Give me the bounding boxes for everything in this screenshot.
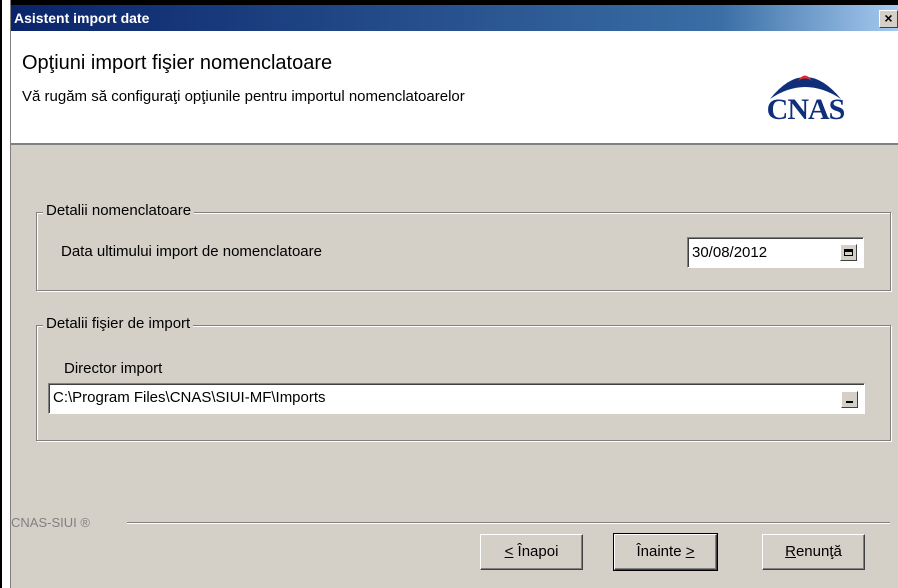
cnas-logo: CNAS <box>748 61 863 126</box>
group-legend: Detalii nomenclatoare <box>43 202 195 219</box>
cancel-button[interactable]: Renunţă <box>762 534 865 570</box>
last-import-date-picker[interactable]: 30/08/2012 <box>687 237 864 268</box>
footer-brand: CNAS-SIUI ® <box>11 515 90 530</box>
window-title: Asistent import date <box>14 10 150 26</box>
close-button[interactable]: × <box>879 10 898 28</box>
group-legend: Detalii fişier de import <box>43 315 194 332</box>
browse-directory-button[interactable] <box>841 391 858 408</box>
page-subtitle: Vă rugăm să configuraţi opţiunile pentru… <box>22 88 465 105</box>
last-import-date-value: 30/08/2012 <box>692 244 768 261</box>
calendar-button[interactable] <box>840 244 857 261</box>
title-bar[interactable]: Asistent import date × <box>11 5 898 31</box>
window-left-border <box>0 0 2 588</box>
wizard-header: Opţiuni import fişier nomenclatoare Vă r… <box>11 31 898 145</box>
ellipsis-icon <box>846 401 853 403</box>
close-icon: × <box>884 10 893 26</box>
calendar-icon <box>844 249 853 256</box>
back-label: Înapoi <box>513 543 559 560</box>
back-button[interactable]: < Înapoi <box>480 534 583 570</box>
page-title: Opţiuni import fişier nomenclatoare <box>22 52 333 74</box>
nomenclatoare-details-group: Detalii nomenclatoare Data ultimului imp… <box>36 202 891 291</box>
next-button[interactable]: Înainte > <box>613 533 718 571</box>
cancel-label: enunţă <box>795 543 842 560</box>
last-import-label: Data ultimului import de nomenclatoare <box>61 243 322 260</box>
import-file-details-group: Detalii fişier de import Director import… <box>36 315 891 441</box>
import-directory-value: C:\Program Files\CNAS\SIUI-MF\Imports <box>53 389 326 406</box>
directory-label: Director import <box>64 360 163 377</box>
import-directory-field[interactable]: C:\Program Files\CNAS\SIUI-MF\Imports <box>48 383 865 414</box>
cancel-mnemonic: R <box>785 543 796 560</box>
footer-divider <box>127 522 890 524</box>
next-label: Înainte <box>636 543 686 560</box>
logo-text: CNAS <box>766 93 846 126</box>
next-mnemonic: > <box>685 543 695 560</box>
